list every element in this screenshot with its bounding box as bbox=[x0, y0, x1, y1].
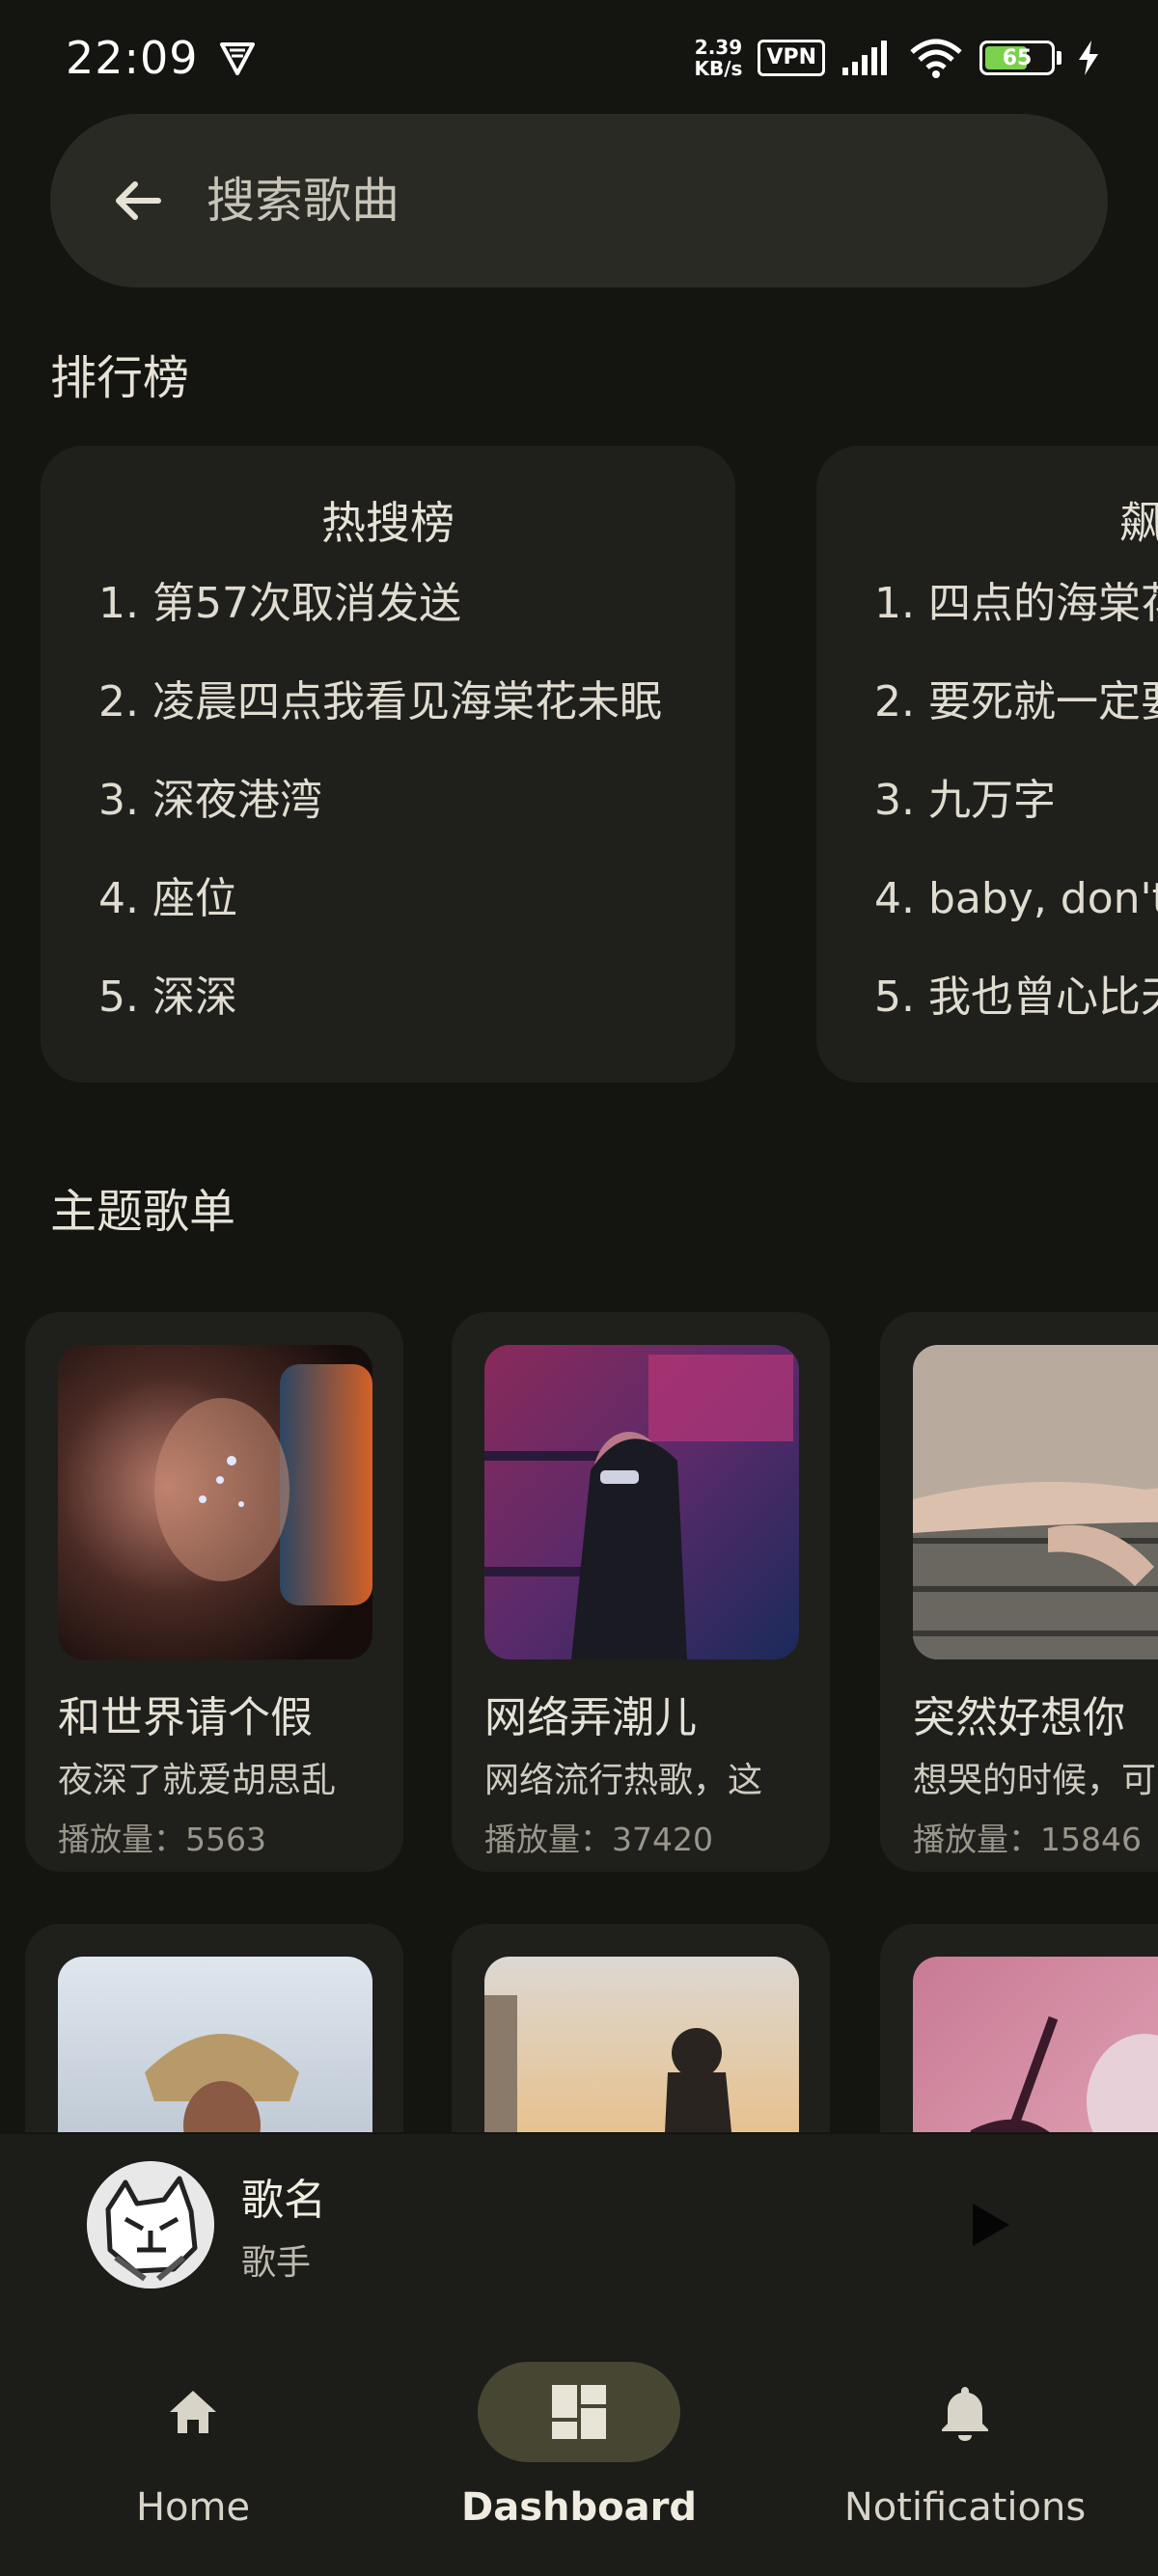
charging-icon bbox=[1079, 41, 1098, 75]
playlist-cover-image bbox=[484, 1345, 799, 1659]
ranking-item[interactable]: 4. baby, don't bbox=[874, 870, 1158, 969]
playlist-play-count: 播放量：15846 bbox=[913, 1821, 1142, 1858]
ranking-item[interactable]: 3. 深夜港湾 bbox=[98, 772, 735, 870]
playlist-description: 夜深了就爱胡思乱 bbox=[58, 1761, 337, 1800]
playlists-section-title: 主题歌单 bbox=[50, 1185, 236, 1239]
mini-player[interactable]: 歌名 歌手 bbox=[0, 2134, 1158, 2316]
vpn-badge: VPN bbox=[758, 40, 825, 76]
playlist-title: 和世界请个假 bbox=[58, 1693, 313, 1742]
ranking-card-rising[interactable]: 飙升 1. 四点的海棠花 2. 要死就一定要 3. 九万字 4. baby, d… bbox=[816, 446, 1158, 1082]
playlist-cover-image bbox=[484, 1957, 799, 2132]
artist-name: 歌手 bbox=[241, 2243, 312, 2283]
nav-item-dashboard[interactable]: Dashboard bbox=[386, 2316, 772, 2576]
now-playing-info: 歌名 歌手 bbox=[241, 2165, 326, 2285]
ranking-item[interactable]: 4. 座位 bbox=[98, 870, 735, 969]
playlist-play-count: 播放量：5563 bbox=[58, 1821, 266, 1858]
playlist-cover-image bbox=[913, 1345, 1158, 1659]
ranking-card-title: 热搜榜 bbox=[321, 497, 455, 549]
status-indicators: 2.39 KB/s VPN 65 bbox=[694, 37, 1100, 79]
playlist-title: 突然好想你 bbox=[913, 1693, 1125, 1742]
playlist-cover-image bbox=[58, 1957, 372, 2132]
album-art-avatar bbox=[87, 2161, 214, 2288]
home-icon bbox=[170, 2391, 216, 2433]
dashboard-icon bbox=[552, 2385, 606, 2439]
network-speed: 2.39 KB/s bbox=[694, 37, 742, 79]
ranking-item[interactable]: 5. 我也曾心比天 bbox=[874, 969, 1158, 1067]
nav-pill bbox=[92, 2362, 294, 2462]
network-speed-unit: KB/s bbox=[694, 57, 743, 80]
bottom-navigation: Home Dashboard Notifications bbox=[0, 2316, 1158, 2576]
playlist-card[interactable]: 突然好想你 想哭的时候，可 播放量：15846 bbox=[880, 1312, 1158, 1872]
ranking-card-title: 飙升 bbox=[1119, 497, 1158, 549]
ranking-card-hot[interactable]: 热搜榜 1. 第57次取消发送 2. 凌晨四点我看见海棠花未眠 3. 深夜港湾 … bbox=[41, 446, 735, 1082]
bell-icon bbox=[942, 2387, 988, 2441]
vpn-shield-icon bbox=[219, 42, 255, 75]
signal-icon bbox=[842, 41, 887, 75]
search-bar[interactable] bbox=[50, 114, 1108, 288]
ranking-item[interactable]: 1. 四点的海棠花 bbox=[874, 575, 1158, 673]
search-input[interactable] bbox=[207, 173, 979, 229]
ranking-item[interactable]: 2. 凌晨四点我看见海棠花未眠 bbox=[98, 673, 735, 772]
nav-pill-active bbox=[478, 2362, 680, 2462]
nav-item-notifications[interactable]: Notifications bbox=[772, 2316, 1158, 2576]
playlist-description: 网络流行热歌，这 bbox=[484, 1761, 763, 1800]
nav-item-home[interactable]: Home bbox=[0, 2316, 386, 2576]
playlist-title: 网络弄潮儿 bbox=[484, 1693, 697, 1742]
playlist-cover-image bbox=[58, 1345, 372, 1659]
network-speed-value: 2.39 bbox=[694, 36, 743, 59]
playlist-card[interactable] bbox=[880, 1924, 1158, 2132]
ranking-item[interactable]: 1. 第57次取消发送 bbox=[98, 575, 735, 673]
nav-label-notifications: Notifications bbox=[843, 2485, 1087, 2530]
status-time: 22:09 bbox=[66, 32, 199, 84]
ranking-section-title: 排行榜 bbox=[50, 351, 190, 405]
playlist-card[interactable]: 和世界请个假 夜深了就爱胡思乱 播放量：5563 bbox=[25, 1312, 403, 1872]
playlist-card[interactable]: 网络弄潮儿 网络流行热歌，这 播放量：37420 bbox=[452, 1312, 830, 1872]
play-icon[interactable] bbox=[965, 2200, 1015, 2250]
playlist-grid: 和世界请个假 夜深了就爱胡思乱 播放量：5563 网络弄潮儿 网络流行热歌，这 … bbox=[0, 1312, 1158, 2132]
nav-label-home: Home bbox=[135, 2485, 251, 2530]
playlist-description: 想哭的时候，可 bbox=[913, 1761, 1157, 1800]
nav-pill bbox=[864, 2362, 1066, 2462]
ranking-item[interactable]: 3. 九万字 bbox=[874, 772, 1158, 870]
nav-label-dashboard: Dashboard bbox=[461, 2485, 697, 2530]
battery-level: 65 bbox=[1002, 45, 1033, 70]
back-arrow-icon[interactable] bbox=[108, 171, 168, 231]
status-bar: 22:09 2.39 KB/s VPN 65 bbox=[0, 0, 1158, 116]
ranking-item[interactable]: 2. 要死就一定要 bbox=[874, 673, 1158, 772]
wifi-icon bbox=[910, 39, 962, 78]
song-title: 歌名 bbox=[241, 2176, 326, 2225]
playlist-cover-image bbox=[913, 1957, 1158, 2132]
playlist-card[interactable] bbox=[452, 1924, 830, 2132]
playlist-card[interactable] bbox=[25, 1924, 403, 2132]
ranking-item[interactable]: 5. 深深 bbox=[98, 969, 735, 1067]
ranking-carousel[interactable]: 热搜榜 1. 第57次取消发送 2. 凌晨四点我看见海棠花未眠 3. 深夜港湾 … bbox=[41, 446, 1158, 1082]
battery-indicator: 65 bbox=[979, 41, 1062, 75]
playlist-play-count: 播放量：37420 bbox=[484, 1821, 713, 1858]
